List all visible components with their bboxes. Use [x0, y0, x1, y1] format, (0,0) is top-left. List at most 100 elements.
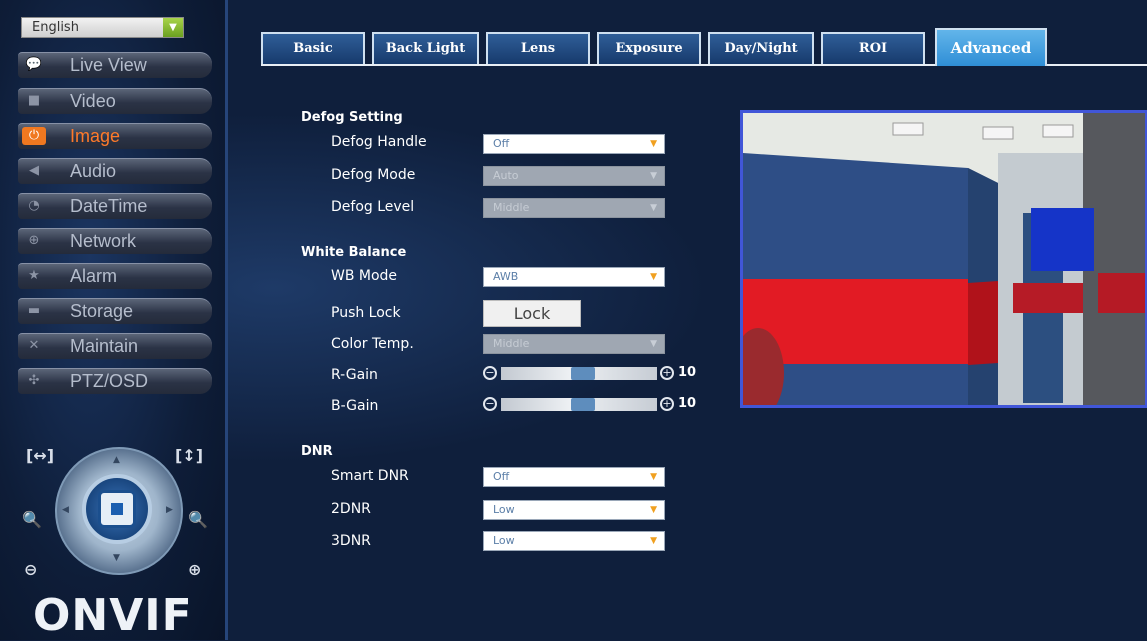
defog-level-select[interactable]: Middle ▼ [483, 198, 665, 218]
chevron-down-icon: ▼ [650, 505, 657, 515]
sidebar-item-image[interactable]: ⏻ Image [18, 123, 212, 149]
focus-near-icon[interactable]: ⊖ [24, 560, 37, 579]
chevron-down-icon: ▼ [650, 536, 657, 546]
tab-day-night[interactable]: Day/Night [708, 32, 814, 64]
r-gain-slider[interactable]: − + 10 [483, 365, 696, 383]
tab-roi[interactable]: ROI [821, 32, 925, 64]
increase-icon[interactable]: + [660, 366, 674, 380]
dnr-section-title: DNR [301, 444, 333, 459]
sidebar-item-audio[interactable]: ◀ Audio [18, 158, 212, 184]
power-icon: ⏻ [22, 127, 46, 145]
slider-thumb[interactable] [571, 398, 595, 411]
main-panel: Basic Back Light Lens Exposure Day/Night… [228, 0, 1147, 640]
clock-icon: ◔ [28, 198, 40, 213]
camera-preview[interactable] [740, 110, 1147, 408]
3dnr-select[interactable]: Low ▼ [483, 531, 665, 551]
sidebar-item-label: Audio [70, 161, 117, 181]
ptz-icon: ✣ [28, 373, 40, 388]
sidebar: English ▼ 💬 Live View ■ Video ⏻ Image ◀ … [0, 0, 228, 641]
sidebar-item-video[interactable]: ■ Video [18, 88, 212, 114]
color-temp-select[interactable]: Middle ▼ [483, 334, 665, 354]
tab-exposure[interactable]: Exposure [597, 32, 701, 64]
2dnr-value: Low [493, 503, 515, 516]
defog-handle-label: Defog Handle [331, 134, 427, 150]
sidebar-item-ptz-osd[interactable]: ✣ PTZ/OSD [18, 368, 212, 394]
wb-mode-value: AWB [493, 270, 519, 283]
sidebar-item-label: DateTime [70, 196, 148, 216]
slider-track[interactable] [501, 398, 657, 411]
sidebar-item-storage[interactable]: ▬ Storage [18, 298, 212, 324]
lock-button[interactable]: Lock [483, 300, 581, 327]
b-gain-slider[interactable]: − + 10 [483, 396, 696, 414]
chat-bubble-icon: 💬 [25, 57, 43, 72]
defog-mode-label: Defog Mode [331, 167, 416, 183]
color-temp-value: Middle [493, 337, 530, 350]
tab-basic[interactable]: Basic [261, 32, 365, 64]
defog-level-value: Middle [493, 201, 530, 214]
pan-left-arrow-icon[interactable]: ◀ [62, 505, 69, 515]
white-balance-section-title: White Balance [301, 245, 407, 260]
sidebar-item-datetime[interactable]: ◔ DateTime [18, 193, 212, 219]
defog-handle-select[interactable]: Off ▼ [483, 134, 665, 154]
camera-icon: ■ [27, 93, 41, 108]
decrease-icon[interactable]: − [483, 397, 497, 411]
focus-far-icon[interactable]: ⊕ [188, 560, 201, 579]
star-icon: ★ [28, 268, 40, 283]
sidebar-item-label: Alarm [70, 266, 118, 286]
sidebar-item-label: Network [70, 231, 137, 251]
smart-dnr-value: Off [493, 470, 510, 483]
sidebar-item-label: Live View [70, 55, 147, 75]
chevron-down-icon[interactable]: ▼ [163, 18, 183, 37]
slider-thumb[interactable] [571, 367, 595, 380]
onvif-logo: ONVIF [33, 590, 193, 641]
tab-back-light[interactable]: Back Light [372, 32, 479, 64]
push-lock-label: Push Lock [331, 305, 401, 321]
chevron-down-icon: ▼ [650, 203, 657, 213]
chevron-down-icon: ▼ [650, 171, 657, 181]
decrease-icon[interactable]: − [483, 366, 497, 380]
pan-right-arrow-icon[interactable]: ▶ [166, 505, 173, 515]
increase-icon[interactable]: + [660, 397, 674, 411]
pan-up-arrow-icon[interactable]: ▲ [113, 455, 120, 465]
defog-section-title: Defog Setting [301, 110, 403, 125]
zoom-tele-icon[interactable]: [↕] [175, 446, 203, 465]
r-gain-value: 10 [678, 365, 697, 380]
ptz-home-button[interactable] [98, 490, 136, 528]
chevron-down-icon: ▼ [650, 472, 657, 482]
chevron-down-icon: ▼ [650, 272, 657, 282]
defog-level-label: Defog Level [331, 199, 415, 215]
pan-down-arrow-icon[interactable]: ▼ [113, 553, 120, 563]
b-gain-label: B-Gain [331, 398, 379, 414]
slider-track[interactable] [501, 367, 657, 380]
tab-advanced[interactable]: Advanced [935, 28, 1047, 66]
sidebar-item-label: Maintain [70, 336, 139, 356]
sidebar-item-live-view[interactable]: 💬 Live View [18, 52, 212, 78]
3dnr-label: 3DNR [331, 533, 371, 549]
b-gain-value: 10 [678, 396, 697, 411]
language-value: English [32, 20, 79, 35]
language-select[interactable]: English ▼ [21, 17, 184, 38]
speaker-icon: ◀ [29, 163, 39, 178]
sidebar-item-alarm[interactable]: ★ Alarm [18, 263, 212, 289]
sidebar-item-label: Storage [70, 301, 134, 321]
defog-mode-select[interactable]: Auto ▼ [483, 166, 665, 186]
color-temp-label: Color Temp. [331, 336, 414, 352]
sidebar-item-network[interactable]: ⊕ Network [18, 228, 212, 254]
chevron-down-icon: ▼ [650, 139, 657, 149]
tab-lens[interactable]: Lens [486, 32, 590, 64]
wb-mode-label: WB Mode [331, 268, 398, 284]
camera-preview-image [743, 113, 1145, 405]
zoom-wide-icon[interactable]: [↔] [26, 446, 54, 465]
sidebar-item-maintain[interactable]: ✕ Maintain [18, 333, 212, 359]
sidebar-item-label: Video [70, 91, 116, 111]
drive-icon: ▬ [27, 303, 41, 318]
smart-dnr-select[interactable]: Off ▼ [483, 467, 665, 487]
r-gain-label: R-Gain [331, 367, 378, 383]
defog-mode-value: Auto [493, 169, 519, 182]
zoom-in-icon[interactable]: 🔍 [188, 510, 208, 529]
2dnr-select[interactable]: Low ▼ [483, 500, 665, 520]
zoom-out-icon[interactable]: 🔍 [22, 510, 42, 529]
sidebar-item-label: PTZ/OSD [70, 371, 149, 391]
wb-mode-select[interactable]: AWB ▼ [483, 267, 665, 287]
3dnr-value: Low [493, 534, 515, 547]
